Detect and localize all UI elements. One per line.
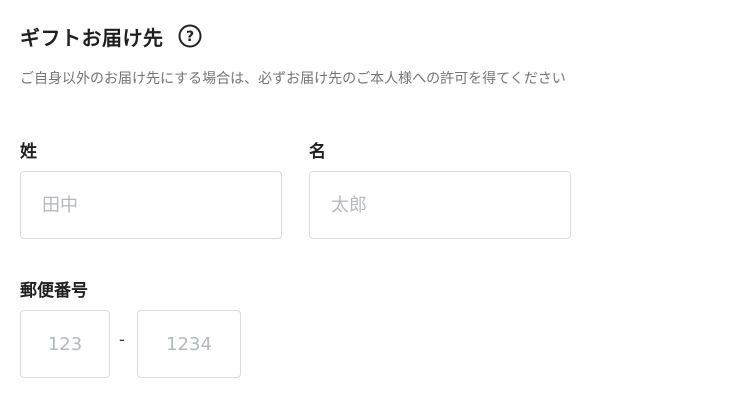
first-name-label: 名 <box>309 142 326 162</box>
postal-code-first-input[interactable] <box>20 310 110 378</box>
section-title: ギフトお届け先 <box>20 25 164 50</box>
first-name-input[interactable] <box>309 171 571 239</box>
section-description: ご自身以外のお届け先にする場合は、必ずお届け先のご本人様への許可を得てください <box>20 71 566 87</box>
question-circle-icon[interactable]: ? <box>178 24 202 48</box>
postal-code-second-input[interactable] <box>137 310 241 378</box>
postal-code-label: 郵便番号 <box>20 281 88 301</box>
last-name-label: 姓 <box>20 142 37 162</box>
postal-code-separator: - <box>119 330 125 349</box>
svg-text:?: ? <box>185 29 193 45</box>
section-header: ギフトお届け先 ? <box>20 22 202 50</box>
last-name-input[interactable] <box>20 171 282 239</box>
